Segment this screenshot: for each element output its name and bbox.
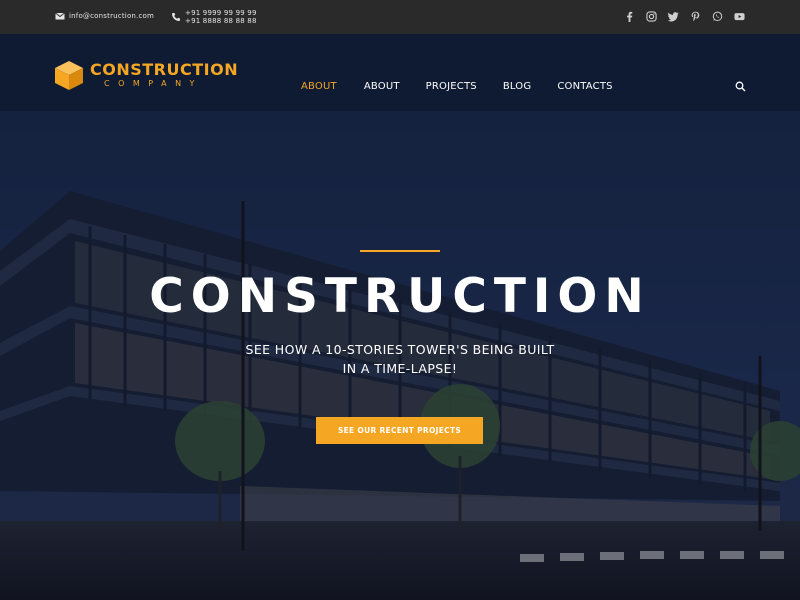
- hero-subtitle-line-2: IN A TIME-LAPSE!: [342, 361, 458, 376]
- cube-logo-icon: [55, 61, 83, 90]
- twitter-icon[interactable]: [667, 10, 680, 23]
- hero-accent-line: [360, 250, 440, 252]
- main-nav: ABOUT ABOUT PROJECTS BLOG CONTACTS: [301, 81, 613, 92]
- hero-section: CONSTRUCTION SEE HOW A 10-STORIES TOWER'…: [0, 111, 800, 600]
- top-bar: info@construction.com +91 9999 99 99 99 …: [0, 0, 800, 34]
- nav-item-projects[interactable]: PROJECTS: [426, 81, 477, 92]
- phone-number-1: +91 9999 99 99 99: [185, 9, 257, 17]
- nav-item-about[interactable]: ABOUT: [364, 81, 400, 92]
- phone-contact[interactable]: +91 9999 99 99 99 +91 8888 88 88 88: [171, 9, 257, 25]
- email-contact[interactable]: info@construction.com: [55, 11, 154, 21]
- recent-projects-button[interactable]: SEE OUR RECENT PROJECTS: [316, 417, 483, 444]
- whatsapp-icon[interactable]: [711, 10, 724, 23]
- instagram-icon[interactable]: [645, 10, 658, 23]
- nav-item-blog[interactable]: BLOG: [503, 81, 532, 92]
- search-icon[interactable]: [735, 81, 746, 92]
- hero-subtitle: SEE HOW A 10-STORIES TOWER'S BEING BUILT…: [0, 340, 800, 378]
- pinterest-icon[interactable]: [689, 10, 702, 23]
- nav-item-about-active[interactable]: ABOUT: [301, 81, 337, 92]
- hero-title: CONSTRUCTION: [149, 269, 651, 324]
- hero-subtitle-line-1: SEE HOW A 10-STORIES TOWER'S BEING BUILT: [245, 342, 555, 357]
- nav-item-contacts[interactable]: CONTACTS: [557, 81, 612, 92]
- mail-icon: [55, 12, 65, 20]
- social-links: [623, 10, 746, 23]
- email-text: info@construction.com: [69, 12, 155, 20]
- youtube-icon[interactable]: [733, 10, 746, 23]
- main-header: CONSTRUCTION COMPANY ABOUT ABOUT PROJECT…: [0, 34, 800, 111]
- facebook-icon[interactable]: [623, 10, 636, 23]
- logo-subtitle: COMPANY: [104, 79, 203, 88]
- logo[interactable]: CONSTRUCTION COMPANY: [53, 59, 238, 91]
- phone-icon: [172, 13, 180, 21]
- logo-title: CONSTRUCTION: [90, 60, 239, 79]
- phone-number-2: +91 8888 88 88 88: [185, 17, 257, 25]
